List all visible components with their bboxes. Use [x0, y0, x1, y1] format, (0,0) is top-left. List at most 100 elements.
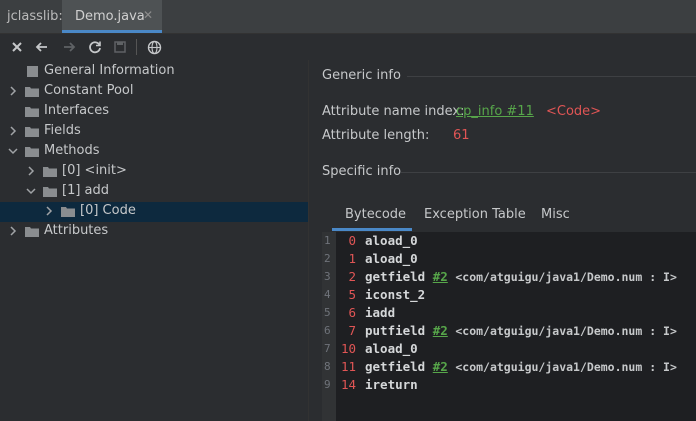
opcode: aload_0 — [365, 233, 418, 248]
chevron-right-icon[interactable] — [7, 85, 19, 97]
bytecode-line: 2 1 aload_0 — [322, 251, 696, 269]
folder-icon — [43, 167, 57, 177]
opcode: aload_0 — [365, 341, 418, 356]
tree-node-general-information[interactable]: General Information — [0, 62, 308, 82]
constant-pool-ref-link[interactable]: #2 — [433, 269, 448, 284]
section-divider — [401, 172, 696, 173]
bytecode-offset: 2 — [348, 269, 356, 284]
chevron-right-icon[interactable] — [7, 125, 19, 137]
tree-node-constant-pool[interactable]: Constant Pool — [0, 82, 308, 102]
line-number: 9 — [324, 378, 331, 391]
tree-node-label: Constant Pool — [44, 83, 134, 98]
toolbar-separator — [136, 39, 137, 55]
bytecode-line: 3 2 getfield #2 <com/atguigu/java1/Demo.… — [322, 269, 696, 287]
chevron-right-icon[interactable] — [7, 225, 19, 237]
specific-info-title: Specific info — [322, 164, 402, 179]
opcode: ireturn — [365, 377, 418, 392]
toolbar — [0, 34, 696, 61]
line-number: 2 — [324, 252, 331, 265]
tab-exception-table[interactable]: Exception Table — [424, 207, 526, 222]
folder-icon — [25, 87, 39, 97]
file-icon — [27, 66, 38, 77]
tree-node-fields[interactable]: Fields — [0, 122, 308, 142]
opcode: putfield — [365, 323, 426, 338]
tree-node-label: [1] add — [62, 183, 110, 198]
chevron-right-icon[interactable] — [25, 165, 37, 177]
attribute-name-index-value: cp_info #11 <Code> — [456, 104, 601, 119]
tree-node-attributes[interactable]: Attributes — [0, 222, 308, 242]
line-number: 1 — [324, 234, 331, 247]
tab-demo-java[interactable]: Demo.java ✕ — [62, 0, 162, 33]
operand-comment: <com/atguigu/java1/Demo.num : I> — [455, 360, 677, 374]
folder-icon — [25, 107, 39, 117]
bytecode-line: 6 7 putfield #2 <com/atguigu/java1/Demo.… — [322, 323, 696, 341]
tree-node-methods[interactable]: Methods — [0, 142, 308, 162]
operand-comment: <com/atguigu/java1/Demo.num : I> — [455, 270, 677, 284]
bytecode-line: 9 14 ireturn — [322, 377, 696, 395]
cp-info-link[interactable]: cp_info #11 — [456, 104, 534, 119]
opcode-with-operand: getfield #2 <com/atguigu/java1/Demo.num … — [365, 359, 677, 374]
bytecode-line: 5 6 iadd — [322, 305, 696, 323]
constant-pool-ref-link[interactable]: #2 — [433, 359, 448, 374]
tree-node-label: Interfaces — [44, 103, 109, 118]
close-icon[interactable] — [8, 38, 26, 56]
bytecode-offset: 1 — [348, 251, 356, 266]
bytecode-offset: 7 — [348, 323, 356, 338]
tree-node-method-init[interactable]: [0] <init> — [0, 162, 308, 182]
section-divider — [407, 76, 696, 77]
tab-close-icon[interactable]: ✕ — [143, 8, 153, 22]
folder-icon — [43, 187, 57, 197]
line-number: 3 — [324, 270, 331, 283]
chevron-right-icon[interactable] — [43, 205, 55, 217]
tree-node-method-add[interactable]: [1] add — [0, 182, 308, 202]
generic-info-title: Generic info — [322, 68, 401, 83]
chevron-down-icon[interactable] — [25, 185, 37, 197]
line-number: 8 — [324, 360, 331, 373]
bytecode-offset: 0 — [348, 233, 356, 248]
folder-icon — [61, 207, 75, 217]
tree-node-label: [0] Code — [80, 203, 136, 218]
opcode: iadd — [365, 305, 396, 320]
tab-bytecode[interactable]: Bytecode — [345, 207, 406, 222]
attribute-length-value: 61 — [453, 128, 470, 143]
chevron-down-icon[interactable] — [7, 145, 19, 157]
web-icon[interactable] — [145, 38, 163, 56]
opcode-with-operand: putfield #2 <com/atguigu/java1/Demo.num … — [365, 323, 677, 338]
tree-node-code-attribute[interactable]: [0] Code — [0, 202, 308, 222]
back-icon[interactable] — [33, 38, 51, 56]
opcode: getfield — [365, 269, 426, 284]
bytecode-offset: 10 — [340, 341, 356, 356]
bytecode-view[interactable]: 1 0 aload_0 2 1 aload_0 3 2 getfield #2 … — [322, 232, 696, 421]
editor-tab-bar: jclasslib: Demo.java ✕ — [0, 0, 696, 34]
line-number: 6 — [324, 324, 331, 337]
constant-pool-ref-link[interactable]: #2 — [433, 323, 448, 338]
bytecode-line: 8 11 getfield #2 <com/atguigu/java1/Demo… — [322, 359, 696, 377]
bytecode-line: 1 0 aload_0 — [322, 233, 696, 251]
bytecode-offset: 5 — [348, 287, 356, 302]
detail-panel: Generic info Attribute name index: cp_in… — [309, 60, 696, 421]
tab-jclasslib[interactable]: jclasslib: — [7, 9, 63, 24]
tree-node-label: General Information — [44, 63, 175, 78]
forward-icon[interactable] — [60, 38, 78, 56]
tab-demo-java-label: Demo.java — [75, 9, 145, 24]
bytecode-line: 4 5 iconst_2 — [322, 287, 696, 305]
tree-node-label: Fields — [44, 123, 81, 138]
refresh-icon[interactable] — [86, 38, 104, 56]
specific-info-tabs: Bytecode Exception Table Misc — [322, 201, 696, 231]
bytecode-offset: 11 — [340, 359, 356, 374]
bytecode-offset: 6 — [348, 305, 356, 320]
opcode: iconst_2 — [365, 287, 426, 302]
attribute-name-index-label: Attribute name index: — [322, 104, 465, 119]
tree-node-interfaces[interactable]: Interfaces — [0, 102, 308, 122]
folder-icon — [25, 227, 39, 237]
attribute-length-label: Attribute length: — [322, 128, 430, 143]
operand-comment: <com/atguigu/java1/Demo.num : I> — [455, 324, 677, 338]
active-tab-indicator — [332, 228, 412, 231]
class-structure-tree: General Information Constant Pool Interf… — [0, 60, 308, 421]
folder-icon — [25, 147, 39, 157]
tab-misc[interactable]: Misc — [541, 207, 570, 222]
line-number: 4 — [324, 288, 331, 301]
line-number: 5 — [324, 306, 331, 319]
bytecode-line: 7 10 aload_0 — [322, 341, 696, 359]
save-icon[interactable] — [111, 38, 129, 56]
